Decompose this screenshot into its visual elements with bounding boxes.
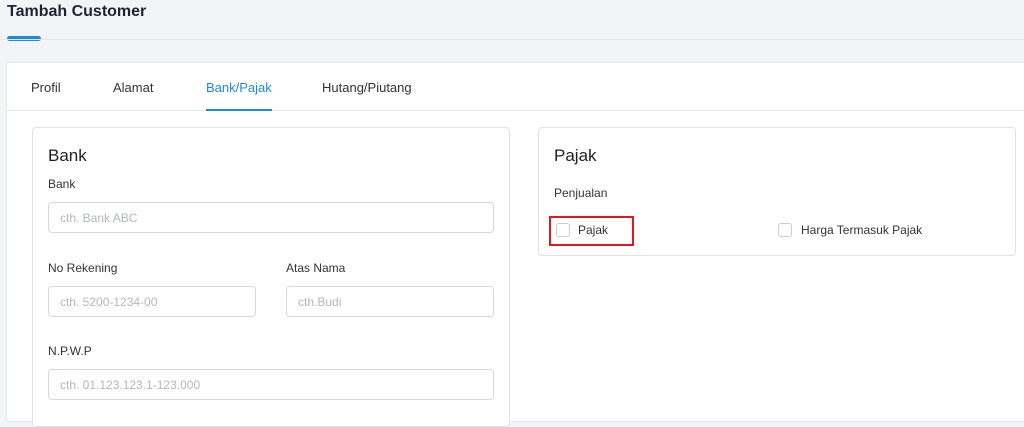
tab-bar: Profil Alamat Bank/Pajak Hutang/Piutang — [7, 63, 1024, 111]
bank-panel-title: Bank — [48, 146, 87, 165]
bank-panel: Bank Bank No Rekening Atas Nama N.P.W.P — [32, 127, 510, 427]
account-number-input[interactable] — [48, 286, 256, 317]
tab-bank-pajak[interactable]: Bank/Pajak — [206, 80, 272, 111]
npwp-label: N.P.W.P — [48, 344, 92, 358]
account-name-label: Atas Nama — [286, 261, 346, 275]
header-divider — [0, 39, 1024, 40]
price-includes-tax-label[interactable]: Harga Termasuk Pajak — [801, 223, 922, 237]
customer-form-card: Profil Alamat Bank/Pajak Hutang/Piutang … — [6, 62, 1024, 427]
tab-alamat[interactable]: Alamat — [113, 80, 153, 111]
sales-section-label: Penjualan — [554, 186, 608, 200]
tax-panel-title: Pajak — [554, 146, 597, 165]
bank-label: Bank — [48, 177, 76, 191]
tab-hutang-piutang[interactable]: Hutang/Piutang — [322, 80, 412, 111]
price-includes-tax-checkbox[interactable] — [778, 223, 792, 237]
account-name-input[interactable] — [286, 286, 494, 317]
tax-panel: Pajak Penjualan Pajak Harga Termasuk Paj… — [538, 127, 1016, 256]
page-header: Tambah Customer — [0, 0, 1024, 41]
npwp-input[interactable] — [48, 369, 494, 400]
bank-input[interactable] — [48, 202, 494, 233]
tax-checkbox-highlight — [549, 216, 634, 246]
tab-profil[interactable]: Profil — [31, 80, 61, 111]
account-number-label: No Rekening — [48, 261, 118, 275]
page-title: Tambah Customer — [7, 3, 147, 20]
